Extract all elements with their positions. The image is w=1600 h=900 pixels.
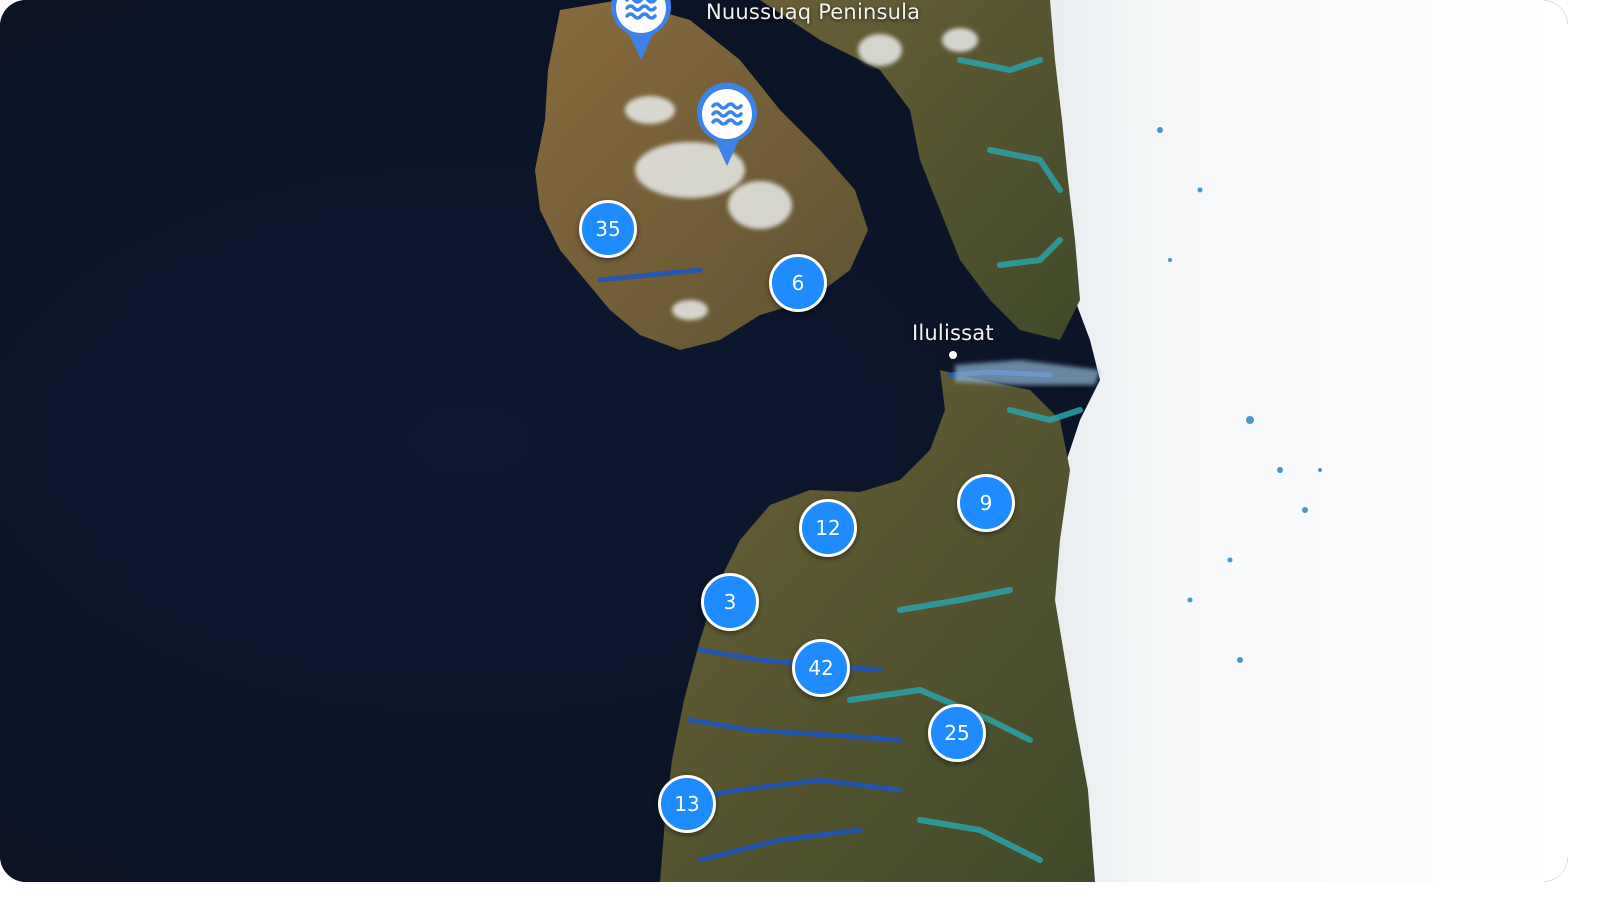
cluster-marker[interactable]: 12 bbox=[799, 499, 857, 557]
ice-sheet bbox=[1040, 0, 1568, 882]
cluster-marker[interactable]: 35 bbox=[579, 200, 637, 258]
water-location-pin[interactable] bbox=[609, 0, 673, 62]
place-label-nuussuaq-peninsula: Nuussuaq Peninsula bbox=[706, 0, 921, 24]
water-waves-icon bbox=[611, 0, 671, 60]
cluster-marker[interactable]: 42 bbox=[792, 639, 850, 697]
cluster-count: 42 bbox=[808, 656, 834, 680]
cluster-count: 9 bbox=[979, 491, 993, 515]
cluster-marker[interactable]: 9 bbox=[957, 474, 1015, 532]
satellite-map-background[interactable] bbox=[0, 0, 1568, 882]
water-waves-icon bbox=[697, 82, 757, 166]
ilulissat-location-dot bbox=[949, 351, 957, 359]
place-label-ilulissat: Ilulissat bbox=[912, 321, 994, 345]
map-view[interactable]: Nuussuaq Peninsula Ilulissat 35 6 12 9 3… bbox=[0, 0, 1568, 882]
cluster-marker[interactable]: 3 bbox=[701, 573, 759, 631]
cluster-count: 13 bbox=[674, 792, 700, 816]
cluster-marker[interactable]: 13 bbox=[658, 775, 716, 833]
cluster-count: 6 bbox=[791, 271, 805, 295]
cluster-marker[interactable]: 6 bbox=[769, 254, 827, 312]
cluster-marker[interactable]: 25 bbox=[928, 704, 986, 762]
cluster-count: 35 bbox=[595, 217, 621, 241]
cluster-count: 3 bbox=[723, 590, 737, 614]
cluster-count: 25 bbox=[944, 721, 970, 745]
cluster-count: 12 bbox=[815, 516, 841, 540]
water-location-pin[interactable] bbox=[695, 82, 759, 168]
